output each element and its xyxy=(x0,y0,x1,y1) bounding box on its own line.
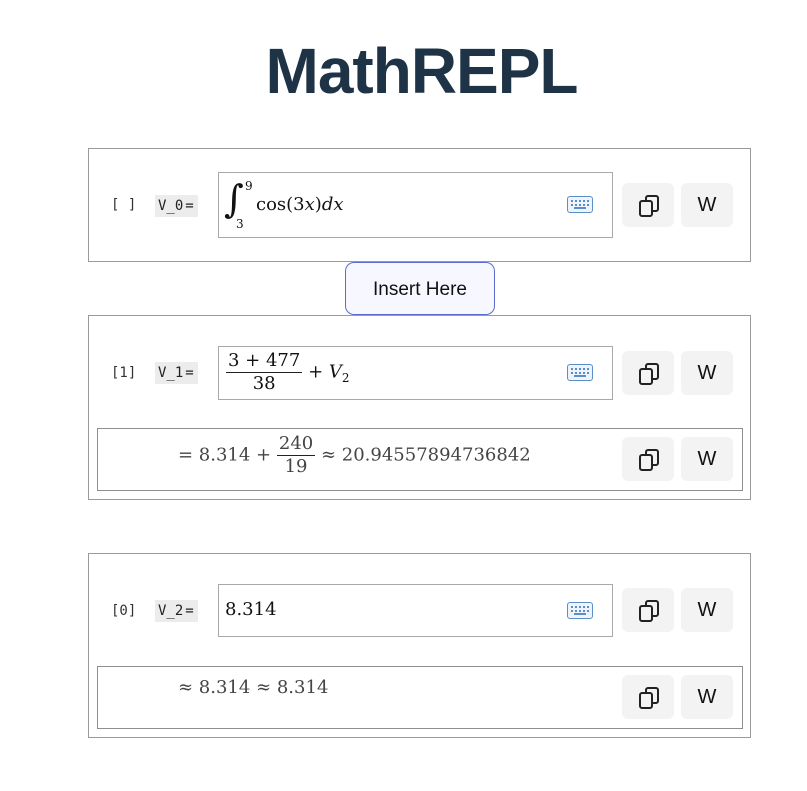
copy-icon xyxy=(639,687,659,709)
exec-count: [ ] xyxy=(111,197,137,213)
result-row: ≈ 8.314 ≈ 8.314 W xyxy=(97,666,743,729)
wolfram-button[interactable]: W xyxy=(681,351,733,395)
integral-sign: ∫ xyxy=(224,177,244,221)
cell-v0: [ ] V_0 = ∫ 9 3 cos(3x)dx W xyxy=(88,148,751,262)
copy-icon xyxy=(639,600,659,622)
copy-result-button[interactable] xyxy=(622,675,674,719)
result-expression: ≈ 8.314 ≈ 8.314 xyxy=(178,677,329,698)
copy-button[interactable] xyxy=(622,588,674,632)
input-value: 8.314 xyxy=(225,599,277,620)
var-eq: = xyxy=(185,198,194,214)
wolfram-button[interactable]: W xyxy=(681,588,733,632)
var-label: V_2 = xyxy=(155,600,198,622)
var-name: V_1 xyxy=(158,365,184,381)
fraction: 3 + 477 38 xyxy=(226,350,303,394)
wolfram-result-button[interactable]: W xyxy=(681,675,733,719)
math-input[interactable]: 8.314 xyxy=(218,584,613,637)
var-name: V_0 xyxy=(158,198,184,214)
fraction: 240 19 xyxy=(276,433,316,477)
wolfram-button[interactable]: W xyxy=(681,183,733,227)
integral-upper: 9 xyxy=(245,179,253,193)
var-eq: = xyxy=(185,603,194,619)
keyboard-icon[interactable] xyxy=(567,364,593,381)
var-eq: = xyxy=(185,365,194,381)
copy-icon xyxy=(639,363,659,385)
integral-lower: 3 xyxy=(236,217,244,231)
math-input[interactable]: 3 + 477 38 + V2 xyxy=(218,346,613,400)
insert-here-button[interactable]: Insert Here xyxy=(345,262,495,315)
keyboard-icon[interactable] xyxy=(567,602,593,619)
wolfram-result-button[interactable]: W xyxy=(681,437,733,481)
result-expression: = 8.314 + 240 19 ≈ 20.94557894736842 xyxy=(178,433,531,477)
integrand: cos(3x)dx xyxy=(256,194,344,215)
exec-count: [0] xyxy=(111,603,137,619)
copy-button[interactable] xyxy=(622,351,674,395)
cell-v2: [0] V_2 = 8.314 W ≈ 8.314 ≈ 8.314 W xyxy=(88,553,751,738)
cell-v1: [1] V_1 = 3 + 477 38 + V2 W = 8.314 + 240 1… xyxy=(88,315,751,500)
copy-icon xyxy=(639,449,659,471)
var-label: V_1 = xyxy=(155,362,198,384)
copy-icon xyxy=(639,195,659,217)
math-input[interactable]: ∫ 9 3 cos(3x)dx xyxy=(218,172,613,238)
var-name: V_2 xyxy=(158,603,184,619)
copy-button[interactable] xyxy=(622,183,674,227)
var-label: V_0 = xyxy=(155,195,198,217)
app-title: MathREPL xyxy=(265,35,579,107)
exec-count: [1] xyxy=(111,365,137,381)
result-row: = 8.314 + 240 19 ≈ 20.94557894736842 W xyxy=(97,428,743,491)
input-expression: 3 + 477 38 + V2 xyxy=(226,350,350,394)
keyboard-icon[interactable] xyxy=(567,196,593,213)
copy-result-button[interactable] xyxy=(622,437,674,481)
